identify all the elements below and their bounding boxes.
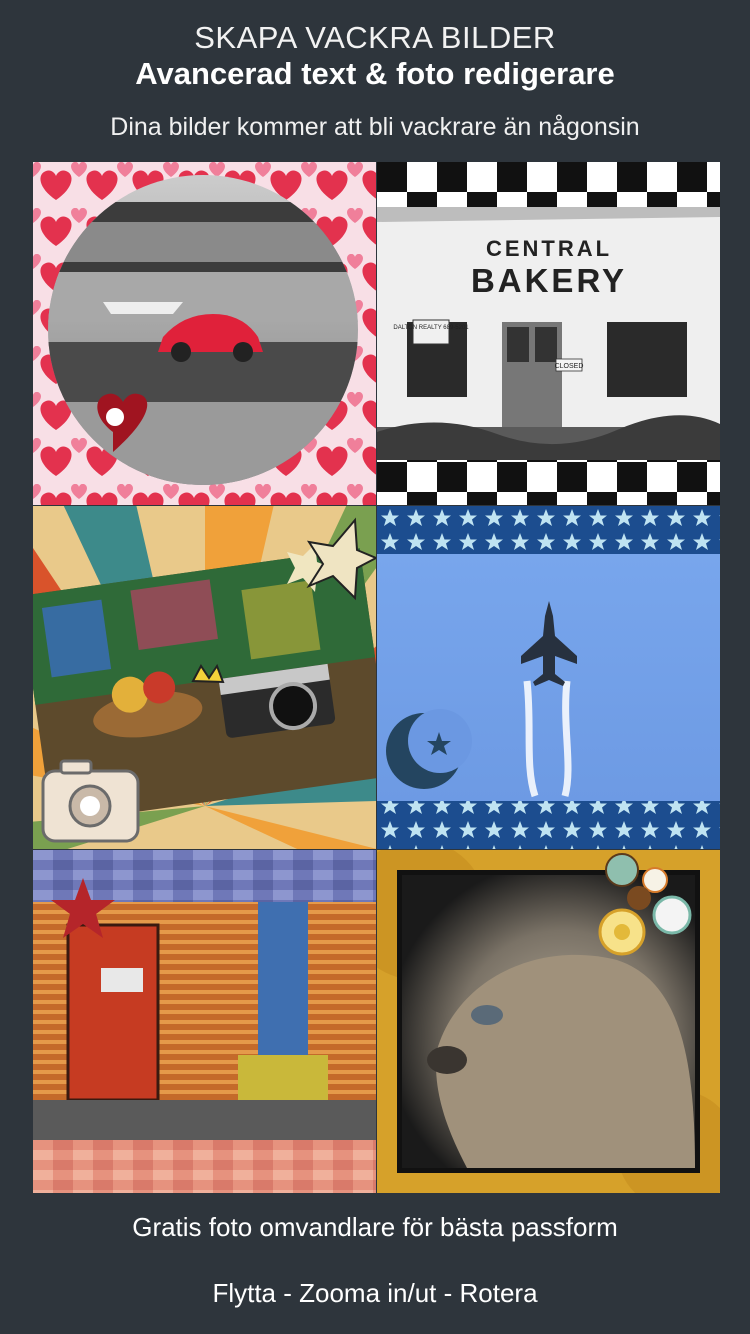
- sample-gallery: CENTRAL BAKERY DALTON REALTY 689-5201 CL…: [33, 162, 720, 1193]
- sample-hearts-car-photo: [33, 162, 376, 505]
- bakery-sign-bottom: BAKERY: [471, 262, 627, 299]
- sample-container-photo: [33, 850, 376, 1193]
- feature-text-converter: Gratis foto omvandlare för bästa passfor…: [132, 1212, 618, 1242]
- page-title: Avancerad text & foto redigerare: [135, 56, 615, 91]
- sample-cheetah-photo: [377, 850, 720, 1193]
- realty-sign: DALTON REALTY 689-5201: [393, 325, 469, 331]
- tagline: SKAPA VACKRA BILDER: [194, 20, 556, 55]
- sample-bakery-photo: CENTRAL BAKERY DALTON REALTY 689-5201 CL…: [377, 162, 720, 505]
- closed-sign: CLOSED: [555, 363, 584, 370]
- sample-camera-photo: [33, 506, 376, 849]
- feature-text-gestures: Flytta - Zooma in/ut - Rotera: [212, 1278, 538, 1308]
- bakery-sign-top: CENTRAL: [486, 236, 612, 261]
- sample-jet-photo: [377, 506, 720, 849]
- subtitle: Dina bilder kommer att bli vackrare än n…: [110, 113, 640, 141]
